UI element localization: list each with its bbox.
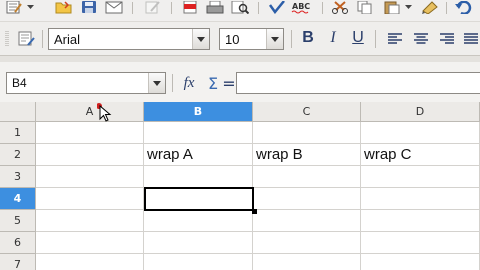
chevron-down-icon [153,80,161,86]
cell-b5[interactable] [144,210,253,232]
italic-button[interactable]: I [322,27,344,49]
cell-a7[interactable] [36,254,144,270]
toolbar-separator [258,2,259,14]
font-size-box[interactable]: 10 [219,28,284,50]
row-header-4[interactable]: 4 [0,188,36,210]
cell-a6[interactable] [36,232,144,254]
cell-c5[interactable] [253,210,361,232]
cell-d1[interactable] [361,122,480,144]
chevron-down-icon [197,36,205,42]
sum-button[interactable]: Σ [203,72,223,94]
cell-c3[interactable] [253,166,361,188]
underline-button[interactable]: U [347,27,369,49]
row-header-5[interactable]: 5 [0,210,36,232]
cell-d4[interactable] [361,188,480,210]
cell-d5[interactable] [361,210,480,232]
cell-a3[interactable] [36,166,144,188]
open-icon[interactable] [54,0,74,14]
cell-d2[interactable]: wrap C [361,144,480,166]
column-header-c[interactable]: C [253,102,361,122]
chevron-down-icon[interactable] [403,0,413,14]
cell-c1[interactable] [253,122,361,144]
fill-handle[interactable] [252,209,257,214]
cell-d6[interactable] [361,232,480,254]
cell-b3[interactable] [144,166,253,188]
cell-b1[interactable] [144,122,253,144]
spellcheck-icon[interactable] [267,0,287,14]
cell-b2[interactable]: wrap A [144,144,253,166]
name-box-dropdown[interactable] [148,73,165,93]
undo-icon[interactable] [453,0,473,14]
spreadsheet-grid: A B C D 1 2 wrap Awrap Bwrap C 34567 [0,102,480,270]
edit-mode-icon[interactable] [143,0,163,14]
standard-toolbar: ABC [0,0,480,22]
chevron-down-icon [271,36,279,42]
font-size-value: 10 [225,31,240,47]
column-header-a[interactable]: A [36,102,144,122]
cell-d7[interactable] [361,254,480,270]
styles-formatting-icon[interactable] [16,28,38,50]
column-header-d[interactable]: D [361,102,480,122]
name-box[interactable]: B4 [6,72,166,94]
name-box-value: B4 [12,76,27,90]
autospellcheck-label: ABC [292,2,310,11]
cell-b6[interactable] [144,232,253,254]
row-header-2[interactable]: 2 [0,144,36,166]
formatting-toolbar: Arial 10 B I U [0,22,480,56]
row-header-7[interactable]: 7 [0,254,36,270]
row-header-6[interactable]: 6 [0,232,36,254]
align-left-icon[interactable] [384,28,406,50]
toolbar-grip[interactable] [3,28,11,50]
font-name-value: Arial [54,31,81,47]
function-button[interactable]: = [222,72,236,94]
cell-c4[interactable] [253,188,361,210]
bold-button[interactable]: B [297,27,319,49]
cell-b4[interactable] [144,188,253,210]
cell-b7[interactable] [144,254,253,270]
save-icon[interactable] [79,0,99,14]
toolbar-separator [446,2,447,14]
email-icon[interactable] [104,0,124,14]
edit-file-icon[interactable] [4,0,24,14]
cell-a4[interactable] [36,188,144,210]
cell-a5[interactable] [36,210,144,232]
justify-icon[interactable] [461,28,480,50]
export-pdf-icon[interactable] [180,0,200,14]
align-center-icon[interactable] [410,28,432,50]
toolbar-separator [322,2,323,14]
cell-a1[interactable] [36,122,144,144]
row-header-1[interactable]: 1 [0,122,36,144]
align-right-icon[interactable] [436,28,458,50]
select-all-corner[interactable] [0,102,36,122]
print-icon[interactable] [205,0,225,14]
cell-c2[interactable]: wrap B [253,144,361,166]
toolbar-separator [132,2,133,14]
column-header-b[interactable]: B [144,102,253,122]
toolbar-separator [172,74,173,92]
cut-icon[interactable] [330,0,350,14]
toolbar-separator [375,30,376,48]
cell-d3[interactable] [361,166,480,188]
cell-c7[interactable] [253,254,361,270]
toolbar-separator [291,30,292,48]
paste-icon[interactable] [382,0,402,14]
autospellcheck-icon[interactable]: ABC [291,0,315,14]
font-size-dropdown[interactable] [266,29,283,49]
font-name-box[interactable]: Arial [48,28,210,50]
mouse-pointer-icon [97,103,112,122]
chevron-down-icon[interactable] [25,0,35,14]
clone-format-icon[interactable] [420,0,440,14]
function-wizard-button[interactable]: fx [178,72,200,94]
cell-c6[interactable] [253,232,361,254]
page-preview-icon[interactable] [230,0,250,14]
formula-input[interactable] [236,72,480,94]
cell-a2[interactable] [36,144,144,166]
copy-icon[interactable] [355,0,375,14]
row-header-3[interactable]: 3 [0,166,36,188]
font-name-dropdown[interactable] [192,29,209,49]
toolbar-separator [42,30,43,48]
toolbar-separator [171,2,172,14]
